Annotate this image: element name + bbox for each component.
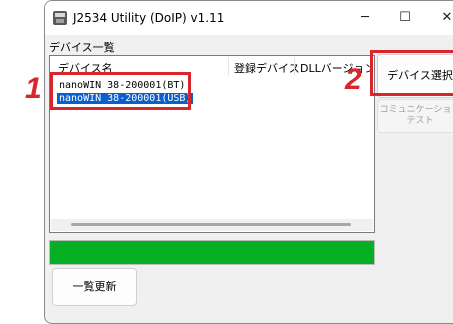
progress-bar [49,240,375,265]
column-separator[interactable] [228,57,229,75]
annotation-highlight-select-button [370,50,453,96]
device-list-label: デバイス一覧 [49,41,115,54]
title-bar: J2534 Utility (DoIP) v1.11 ─ ☐ ✕ [45,1,453,35]
scrollbar-thumb[interactable] [71,223,351,226]
communication-test-button[interactable]: コミュニケーション テスト [377,99,453,133]
app-icon [53,11,67,25]
annotation-number-2: 2 [345,63,362,96]
refresh-list-button[interactable]: 一覧更新 [52,268,137,306]
minimize-icon[interactable]: ─ [355,9,375,27]
app-window: J2534 Utility (DoIP) v1.11 ─ ☐ ✕ デバイス一覧 … [44,0,453,324]
window-title: J2534 Utility (DoIP) v1.11 [73,11,225,25]
maximize-icon[interactable]: ☐ [395,9,415,27]
communication-test-label-line1: コミュニケーション [379,105,453,115]
communication-test-label-line2: テスト [406,116,434,126]
column-separator[interactable] [294,57,295,75]
column-header-registered-device[interactable]: 登録デバイス [234,60,300,76]
annotation-number-1: 1 [25,72,42,105]
progress-fill [50,241,374,264]
annotation-highlight-device-rows [50,72,191,110]
close-icon[interactable]: ✕ [437,9,453,27]
horizontal-scrollbar[interactable] [51,219,373,231]
refresh-list-label: 一覧更新 [72,280,117,293]
